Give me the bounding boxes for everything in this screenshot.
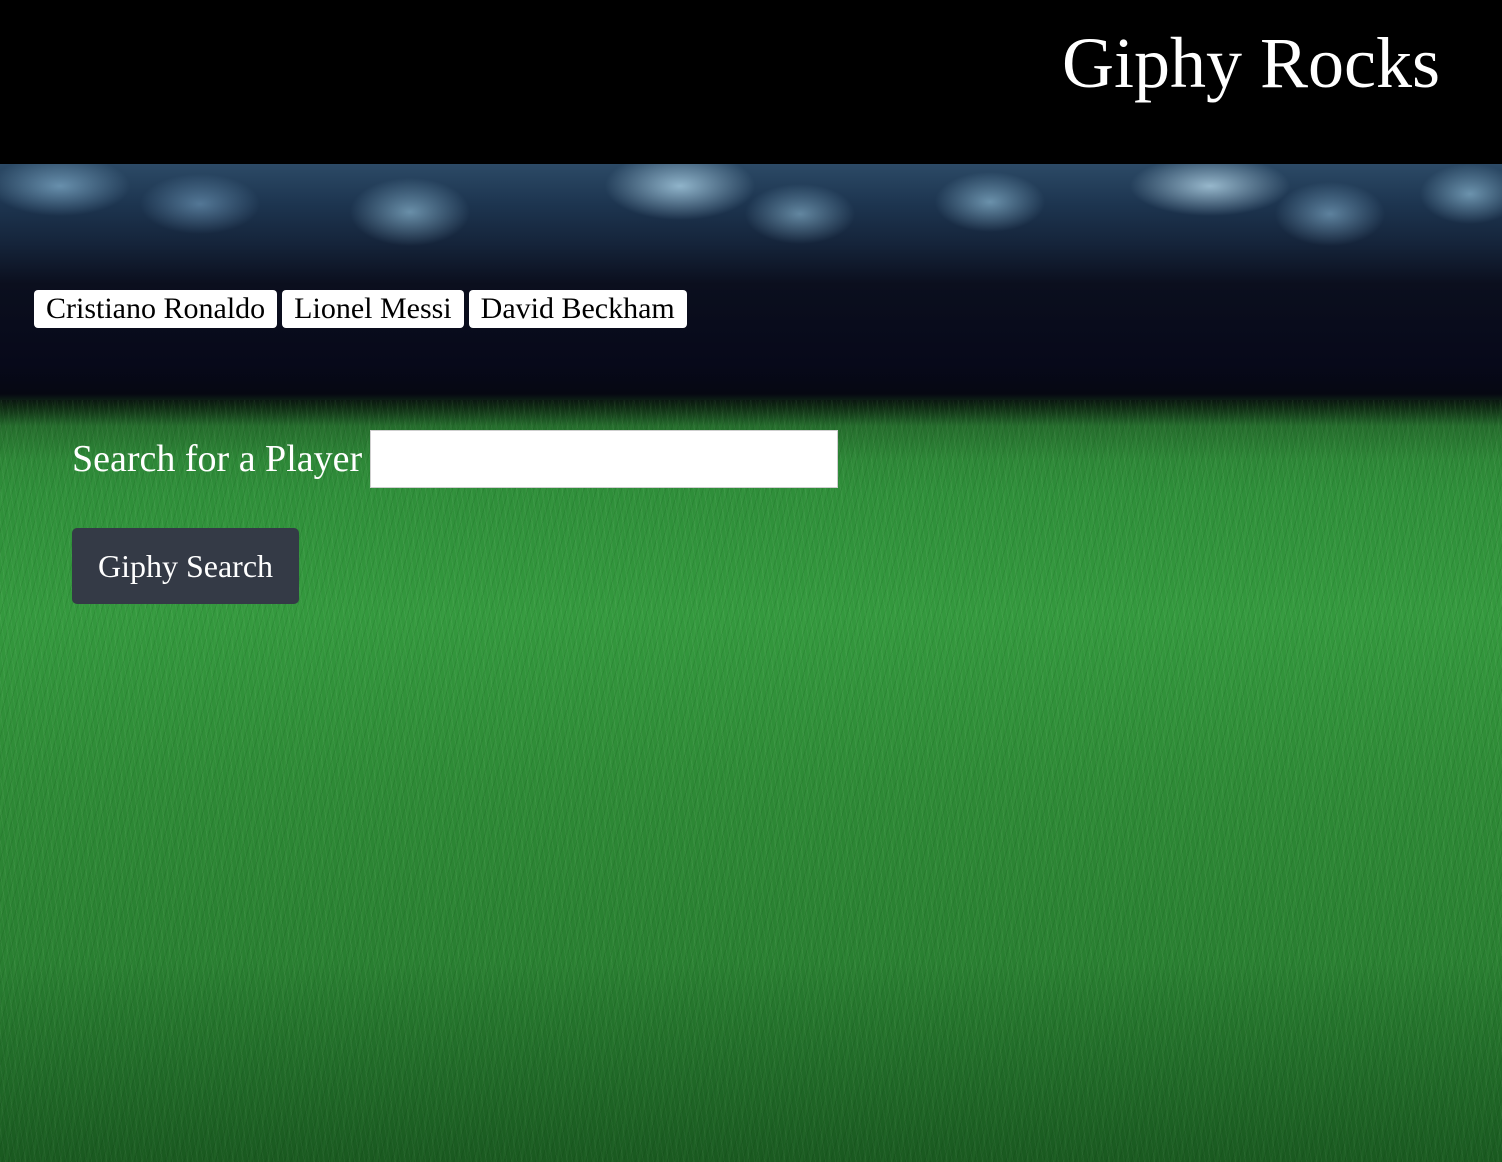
player-button-cristiano-ronaldo[interactable]: Cristiano Ronaldo: [34, 290, 278, 328]
player-button-lionel-messi[interactable]: Lionel Messi: [282, 290, 464, 328]
grass-shade: [0, 400, 1502, 1162]
page: Giphy Rocks Cristiano Ronaldo Lionel Mes…: [0, 0, 1502, 1162]
search-input[interactable]: [370, 430, 839, 488]
giphy-search-button[interactable]: Giphy Search: [72, 528, 299, 604]
page-title: Giphy Rocks: [1062, 23, 1440, 103]
header-bar: Giphy Rocks: [0, 0, 1502, 164]
search-form: Search for a Player: [72, 430, 839, 488]
player-button-david-beckham[interactable]: David Beckham: [468, 290, 687, 328]
search-label: Search for a Player: [72, 438, 363, 480]
player-buttons: Cristiano Ronaldo Lionel Messi David Bec…: [34, 290, 687, 328]
